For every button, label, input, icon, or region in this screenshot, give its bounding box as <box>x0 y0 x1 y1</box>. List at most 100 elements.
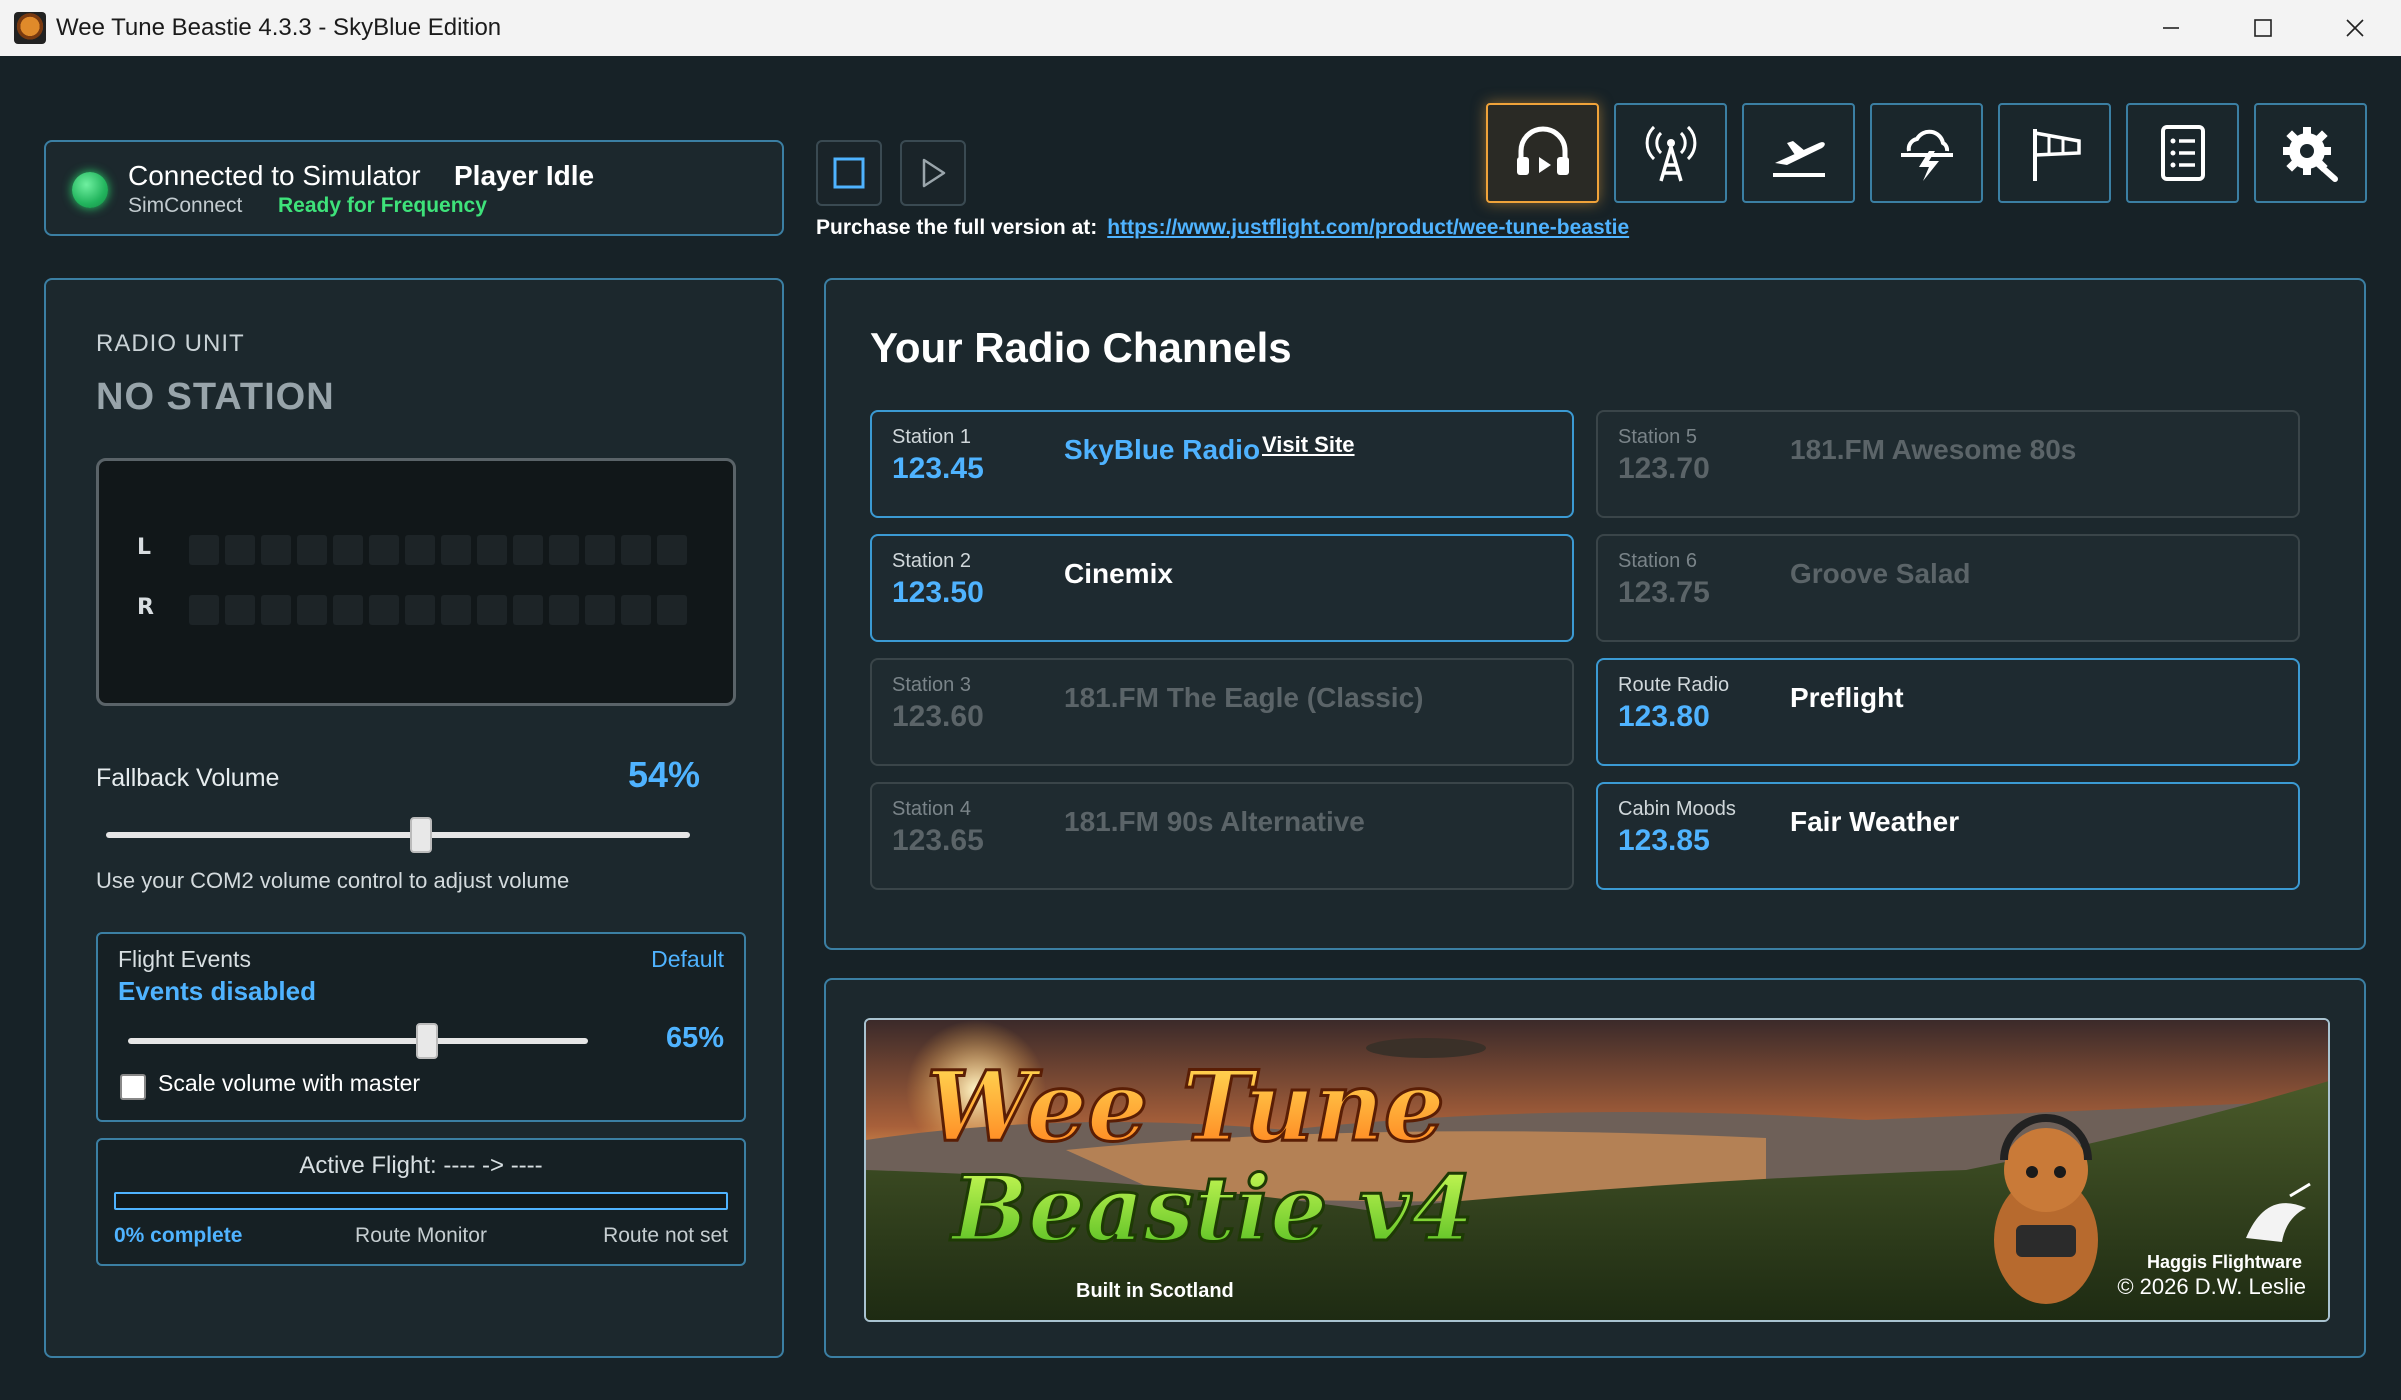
channel-label: Station 5 <box>1618 426 1697 448</box>
events-volume-thumb[interactable] <box>416 1023 438 1059</box>
route-status: Route not set <box>603 1224 728 1247</box>
channel-label: Station 6 <box>1618 550 1697 572</box>
active-flight-box: Active Flight: ---- -> ---- 0% complete … <box>96 1138 746 1266</box>
channel-frequency: 123.85 <box>1618 824 1710 857</box>
channels-title: Your Radio Channels <box>870 324 1292 371</box>
connection-status: Connected to Simulator <box>128 160 421 191</box>
channel-name: 181.FM Awesome 80s <box>1790 434 2077 465</box>
channel-frequency: 123.80 <box>1618 700 1710 733</box>
channel-name: 181.FM The Eagle (Classic) <box>1064 682 1424 713</box>
channel-label: Station 1 <box>892 426 971 448</box>
events-default-link[interactable]: Default <box>651 946 724 973</box>
channel-name: Groove Salad <box>1790 558 1971 589</box>
volume-hint: Use your COM2 volume control to adjust v… <box>96 868 570 893</box>
landscape-image: Wee Tune Beastie v4 <box>866 1020 2328 1320</box>
channel-frequency: 123.65 <box>892 824 984 857</box>
flight-events-box: Flight Events Default Events disabled 65… <box>96 932 746 1122</box>
channel-label: Route Radio <box>1618 674 1730 696</box>
channel-name: Cinemix <box>1064 558 1173 589</box>
channel-label: Station 4 <box>892 798 971 820</box>
connection-indicator <box>72 172 108 208</box>
radio-channels-panel: Your Radio Channels Station 1 123.45 Sky… <box>824 278 2366 950</box>
connection-status-panel: Connected to Simulator Player Idle SimCo… <box>44 140 784 236</box>
headphones-play-icon <box>1516 126 1569 175</box>
logo-line-2: Beastie v4 <box>949 1156 1474 1262</box>
active-flight-label: Active Flight: ---- -> ---- <box>299 1152 543 1179</box>
tool-radio-player[interactable] <box>1486 103 1599 203</box>
tool-checklist[interactable] <box>2126 103 2239 203</box>
title-bar: Wee Tune Beastie 4.3.3 - SkyBlue Edition <box>0 0 2401 56</box>
channel-card-route-radio[interactable]: Route Radio 123.80 Preflight <box>1596 658 2300 766</box>
weather-icon <box>1900 129 1953 181</box>
fallback-volume-value: 54% <box>627 754 700 795</box>
fallback-volume-slider[interactable] <box>106 832 690 838</box>
connection-source: SimConnect <box>128 194 243 217</box>
channel-card-station-1[interactable]: Station 1 123.45 SkyBlue Radio Visit Sit… <box>870 410 1574 518</box>
ready-status: Ready for Frequency <box>278 194 487 217</box>
company-name: Haggis Flightware <box>2146 1252 2302 1272</box>
channel-name: Preflight <box>1790 682 1904 713</box>
events-volume-slider[interactable] <box>128 1038 588 1044</box>
scale-volume-label: Scale volume with master <box>158 1070 421 1096</box>
purchase-link[interactable]: https://www.justflight.com/product/wee-t… <box>1107 216 1629 239</box>
fallback-volume-thumb[interactable] <box>410 817 433 853</box>
checklist-icon <box>2160 125 2205 181</box>
tool-takeoff[interactable] <box>1742 103 1855 203</box>
promo-banner: Wee Tune Beastie v4 Built in Scotland Ha… <box>864 1018 2330 1322</box>
mascot-image <box>1994 1114 2098 1304</box>
channel-name: SkyBlue Radio <box>1064 434 1261 465</box>
channel-name: 181.FM 90s Alternative <box>1064 806 1365 837</box>
fallback-volume-label: Fallback Volume <box>96 764 280 792</box>
vu-left-meter <box>189 535 687 565</box>
maximize-icon <box>2254 19 2272 37</box>
play-icon <box>922 158 946 188</box>
built-in-scotland: Built in Scotland <box>1076 1280 1234 1302</box>
channel-card-cabin-moods[interactable]: Cabin Moods 123.85 Fair Weather <box>1596 782 2300 890</box>
scale-volume-checkbox[interactable] <box>120 1074 146 1100</box>
channel-card-station-5[interactable]: Station 5 123.70 181.FM Awesome 80s <box>1596 410 2300 518</box>
channel-card-station-2[interactable]: Station 2 123.50 Cinemix <box>870 534 1574 642</box>
flight-events-label: Flight Events <box>118 946 251 972</box>
tool-windsock[interactable] <box>1998 103 2111 203</box>
tool-radio-tower[interactable] <box>1614 103 1727 203</box>
window-controls <box>2125 0 2401 56</box>
vu-meter: L R <box>96 458 736 706</box>
app-icon <box>14 12 46 44</box>
channel-label: Station 2 <box>892 550 971 572</box>
minimize-button[interactable] <box>2125 0 2217 56</box>
radio-tower-icon <box>1645 125 1696 182</box>
visit-site-link[interactable]: Visit Site <box>1262 432 1355 458</box>
copyright-text: © 2026 D.W. Leslie <box>2117 1274 2306 1299</box>
tool-weather[interactable] <box>1870 103 1983 203</box>
maximize-button[interactable] <box>2217 0 2309 56</box>
channel-name: Fair Weather <box>1790 806 1960 837</box>
channel-frequency: 123.75 <box>1618 576 1710 609</box>
minimize-icon <box>2163 27 2179 29</box>
channel-frequency: 123.70 <box>1618 452 1710 485</box>
play-button[interactable] <box>900 140 966 206</box>
vu-right-label: R <box>137 595 154 620</box>
purchase-line: Purchase the full version at: https://www… <box>816 216 1629 240</box>
window-title: Wee Tune Beastie 4.3.3 - SkyBlue Edition <box>56 14 502 41</box>
close-icon <box>2346 19 2364 37</box>
channel-frequency: 123.50 <box>892 576 984 609</box>
radio-unit-panel: RADIO UNIT NO STATION L R Fallback Volum… <box>44 278 784 1358</box>
stop-button[interactable] <box>816 140 882 206</box>
flight-progress-bar <box>114 1192 728 1210</box>
windsock-icon <box>2032 129 2081 181</box>
player-status: Player Idle <box>454 160 595 191</box>
channel-card-station-3[interactable]: Station 3 123.60 181.FM The Eagle (Class… <box>870 658 1574 766</box>
close-button[interactable] <box>2309 0 2401 56</box>
purchase-label: Purchase the full version at: <box>816 216 1098 239</box>
channel-frequency: 123.45 <box>892 452 984 485</box>
vu-left-label: L <box>137 535 152 560</box>
channel-frequency: 123.60 <box>892 700 984 733</box>
channel-label: Station 3 <box>892 674 971 696</box>
logo-line-1: Wee Tune <box>926 1050 1445 1163</box>
stop-icon <box>833 157 865 189</box>
tool-settings[interactable] <box>2254 103 2367 203</box>
events-status: Events disabled <box>118 976 316 1006</box>
channel-card-station-4[interactable]: Station 4 123.65 181.FM 90s Alternative <box>870 782 1574 890</box>
channel-card-station-6[interactable]: Station 6 123.75 Groove Salad <box>1596 534 2300 642</box>
current-station: NO STATION <box>96 376 335 418</box>
